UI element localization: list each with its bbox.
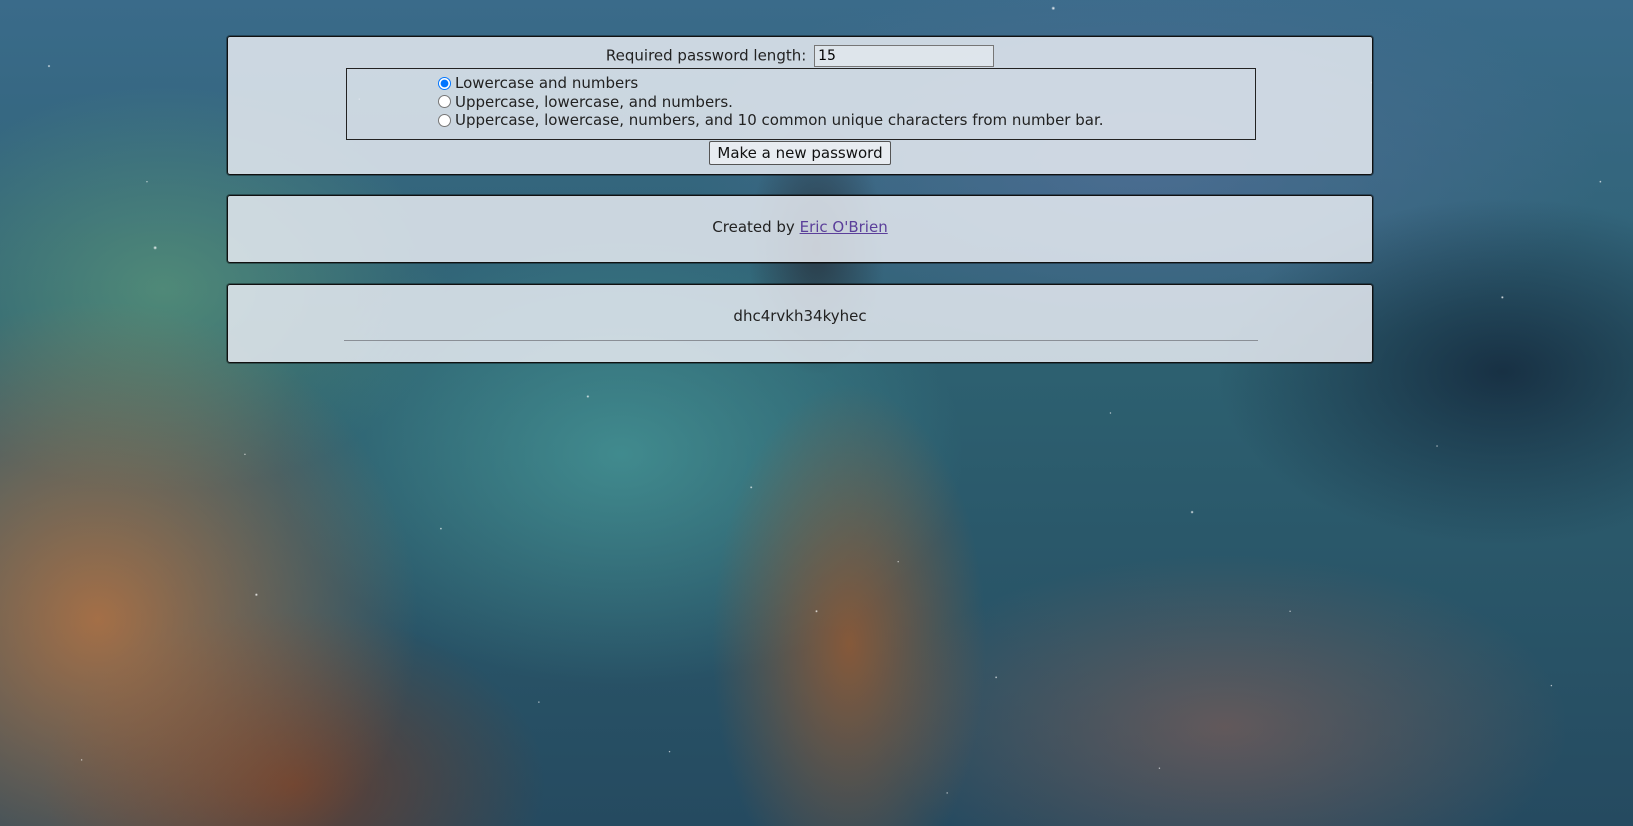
divider — [344, 340, 1258, 341]
radio-mixed-case-numbers[interactable] — [438, 95, 451, 109]
generated-password: dhc4rvkh34kyhec — [733, 307, 867, 325]
option-label: Uppercase, lowercase, numbers, and 10 co… — [455, 111, 1104, 130]
length-label: Required password length: — [605, 46, 807, 65]
radio-lowercase-numbers[interactable] — [438, 76, 451, 90]
length-row: Required password length: — [228, 43, 1372, 67]
option-label: Uppercase, lowercase, and numbers. — [455, 92, 733, 111]
make-password-button[interactable]: Make a new password — [709, 141, 891, 165]
option-mixed-case-numbers-symbols[interactable]: Uppercase, lowercase, numbers, and 10 co… — [438, 111, 1255, 130]
option-lowercase-numbers[interactable]: Lowercase and numbers — [438, 74, 1255, 93]
button-row: Make a new password — [228, 141, 1372, 165]
page: { "form": { "length_label": "Required pa… — [0, 0, 1633, 826]
author-link[interactable]: Eric O'Brien — [800, 218, 888, 236]
credit-panel: Created by Eric O'Brien — [227, 195, 1373, 263]
credit-prefix: Created by — [712, 218, 795, 236]
character-set-options: Lowercase and numbers Uppercase, lowerca… — [346, 68, 1256, 140]
password-output-panel: dhc4rvkh34kyhec — [227, 284, 1373, 363]
option-label: Lowercase and numbers — [455, 74, 639, 93]
password-options-panel: Required password length: Lowercase and … — [227, 36, 1373, 175]
credit-line: Created by Eric O'Brien — [228, 218, 1372, 236]
option-mixed-case-numbers[interactable]: Uppercase, lowercase, and numbers. — [438, 93, 1255, 112]
length-input[interactable] — [814, 44, 995, 67]
radio-mixed-case-numbers-symbols[interactable] — [438, 113, 451, 127]
